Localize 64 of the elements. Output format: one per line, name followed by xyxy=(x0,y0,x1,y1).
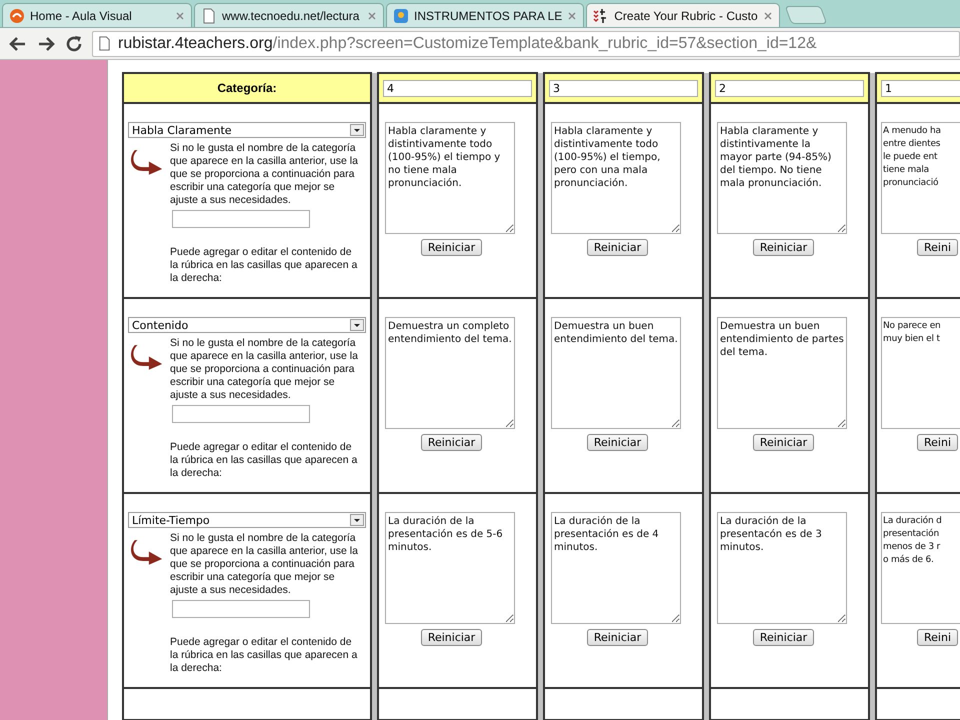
close-icon[interactable] xyxy=(175,10,185,20)
browser-tab[interactable]: Create Your Rubric - Custo xyxy=(586,3,780,27)
category-dropdown[interactable]: Contenido xyxy=(128,317,366,333)
instruction-text: Si no le gusta el nombre de la categoría que aparece en la casilla anterior, use la que se proporciona a continuación para escribir una categoría que mejor se ajuste a sus necesidades. xyxy=(170,142,359,207)
level-input[interactable]: 3 xyxy=(549,80,698,97)
reset-button[interactable]: Reiniciar xyxy=(586,629,648,646)
reset-button[interactable]: Reiniciar xyxy=(420,239,482,256)
reset-button[interactable]: Reiniciar xyxy=(586,239,648,256)
reset-button[interactable]: Reiniciar xyxy=(586,434,648,451)
category-name-input[interactable] xyxy=(172,210,310,228)
criteria-textarea[interactable]: Demuestra un completo entendimiento del tema. xyxy=(385,317,515,429)
browser-tab[interactable]: Home - Aula Visual xyxy=(2,3,192,27)
criteria-textarea[interactable]: A menudo ha entre dientes le puede ent tiene mala pronunciació xyxy=(881,122,960,234)
reset-button[interactable]: Reini xyxy=(917,434,958,451)
curved-arrow-icon xyxy=(130,148,164,175)
category-dropdown[interactable]: Límite-Tiempo xyxy=(128,512,366,528)
category-name-input[interactable] xyxy=(172,405,310,423)
criteria-textarea[interactable]: La duración d presentación menos de 3 r o más de 6. xyxy=(881,512,960,624)
reset-button[interactable]: Reini xyxy=(917,239,958,256)
category-name-input[interactable] xyxy=(172,600,310,618)
url-domain: rubistar.4teachers.org xyxy=(118,34,273,52)
category-heading: Categoría: xyxy=(217,81,277,95)
instruction-text: Si no le gusta el nombre de la categoría que aparece en la casilla anterior, use la que se proporciona a continuación para escribir una categoría que mejor se ajuste a sus necesidades. xyxy=(170,337,359,402)
instruction-text: Puede agregar o editar el contenido de la rúbrica en las casillas que aparecen a la derecha: xyxy=(170,441,358,480)
curved-arrow-icon xyxy=(130,538,164,565)
browser-tab[interactable]: INSTRUMENTOS PARA LE xyxy=(386,3,584,27)
new-tab-button[interactable] xyxy=(784,6,827,24)
browser-tab[interactable]: www.tecnoedu.net/lectura xyxy=(194,3,384,27)
caret-icon xyxy=(350,319,364,331)
reset-button[interactable]: Reiniciar xyxy=(752,434,814,451)
criteria-textarea[interactable]: La duración de la presentación es de 4 minutos. xyxy=(551,512,681,624)
page-icon xyxy=(201,8,217,24)
app-icon xyxy=(393,8,409,24)
criteria-textarea[interactable]: No parece en muy bien el t xyxy=(881,317,960,429)
address-bar[interactable]: rubistar.4teachers.org/index.php?screen=CustomizeTemplate&bank_rubric_id=57&section_id=12& xyxy=(92,30,960,56)
level-input[interactable]: 1 xyxy=(881,80,960,97)
close-icon[interactable] xyxy=(762,10,773,20)
reset-button[interactable]: Reini xyxy=(917,629,958,646)
reset-button[interactable]: Reiniciar xyxy=(752,629,814,646)
criteria-textarea[interactable]: Demuestra un buen entendimiento de partes del tema. xyxy=(717,317,847,429)
instruction-text: Puede agregar o editar el contenido de la rúbrica en las casillas que aparecen a la derecha: xyxy=(170,246,358,285)
criteria-textarea[interactable]: Habla claramente y distintivamente todo (100-95%) el tiempo, pero con una mala pronunciación. xyxy=(551,122,681,234)
criteria-textarea[interactable]: La duración de la presentación es de 5-6 minutos. xyxy=(385,512,515,624)
close-icon[interactable] xyxy=(367,10,377,20)
instruction-text: Si no le gusta el nombre de la categoría que aparece en la casilla anterior, use la que se proporciona a continuación para escribir una categoría que mejor se ajuste a sus necesidades. xyxy=(170,532,359,597)
criteria-textarea[interactable]: La duración de la presentacón es de 3 minutos. xyxy=(717,512,847,624)
site-logo-icon xyxy=(9,8,25,24)
reset-button[interactable]: Reiniciar xyxy=(420,629,482,646)
criteria-textarea[interactable]: Habla claramente y distintivamente la mayor parte (94-85%) del tiempo. No tiene mala pronunciación. xyxy=(717,122,847,234)
curved-arrow-icon xyxy=(130,343,164,370)
instruction-text: Puede agregar o editar el contenido de la rúbrica en las casillas que aparecen a la derecha: xyxy=(170,636,358,675)
reset-button[interactable]: Reiniciar xyxy=(420,434,482,451)
caret-icon xyxy=(350,124,364,136)
reset-button[interactable]: Reiniciar xyxy=(752,239,814,256)
level-input[interactable]: 2 xyxy=(715,80,864,97)
url-path: /index.php?screen=CustomizeTemplate&bank_rubric_id=57&section_id=12& xyxy=(272,34,817,52)
level-input[interactable]: 4 xyxy=(383,80,532,97)
criteria-textarea[interactable]: Demuestra un buen entendimiento del tema. xyxy=(551,317,681,429)
page-icon xyxy=(97,36,112,51)
reload-icon[interactable] xyxy=(64,34,84,54)
close-icon[interactable] xyxy=(567,10,578,20)
caret-icon xyxy=(350,514,364,526)
category-dropdown[interactable]: Habla Claramente xyxy=(128,122,366,138)
criteria-textarea[interactable]: Habla claramente y distintivamente todo (100-95%) el tiempo y no tiene mala pronunciación. xyxy=(385,122,515,234)
